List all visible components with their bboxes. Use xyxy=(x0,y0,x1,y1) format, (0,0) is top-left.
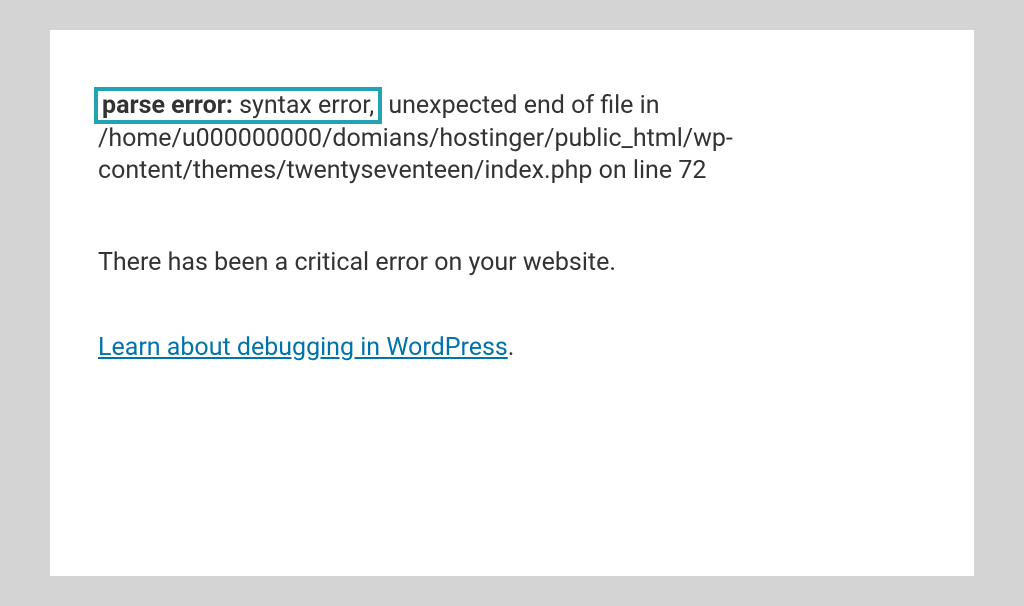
debug-link[interactable]: Learn about debugging in WordPress xyxy=(98,333,508,362)
debug-link-line: Learn about debugging in WordPress. xyxy=(98,333,926,362)
parse-error-message: parse error: syntax error, unexpected en… xyxy=(98,90,926,188)
critical-error-text: There has been a critical error on your … xyxy=(98,248,926,277)
link-period: . xyxy=(508,333,515,362)
error-page-container: parse error: syntax error, unexpected en… xyxy=(50,30,974,576)
error-type-rest: syntax error, xyxy=(233,91,374,120)
highlighted-error-label: parse error: syntax error, xyxy=(94,87,382,124)
error-type-bold: parse error: xyxy=(102,91,233,120)
